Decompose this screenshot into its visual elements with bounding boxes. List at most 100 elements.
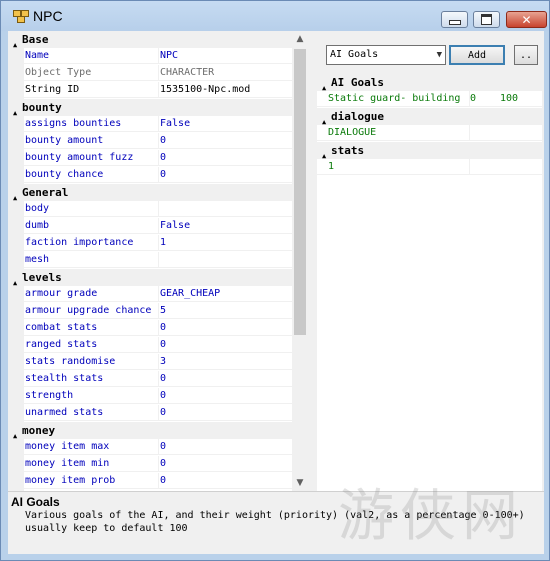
close-button[interactable]: ✕ <box>506 11 547 28</box>
maximize-button[interactable] <box>473 11 500 28</box>
property-value[interactable]: NPC <box>159 48 292 64</box>
property-name: bounty chance <box>8 167 159 183</box>
reference-row[interactable]: Static guard- building 0 100 <box>317 91 542 108</box>
category-header[interactable]: ▲ money <box>8 422 292 440</box>
category-header[interactable]: ▲ levels <box>8 269 292 287</box>
property-name: dumb <box>8 218 159 234</box>
property-value[interactable]: 1535100-Npc.mod <box>159 82 292 98</box>
property-row[interactable]: mesh <box>8 252 292 269</box>
category-title: levels <box>22 271 62 284</box>
category-title: money <box>22 424 56 437</box>
minimize-icon <box>442 12 467 27</box>
property-row[interactable]: stats randomise 3 <box>8 354 292 371</box>
property-value[interactable]: 0 <box>159 456 292 472</box>
property-row[interactable]: dumb False <box>8 218 292 235</box>
property-row[interactable]: stealth stats 0 <box>8 371 292 388</box>
property-value[interactable]: 0 <box>159 167 292 183</box>
scroll-down-icon[interactable]: ▼ <box>292 475 308 491</box>
add-button[interactable]: Add <box>449 45 505 65</box>
property-name: money item max <box>8 439 159 455</box>
property-name: body <box>8 201 159 217</box>
property-value[interactable]: False <box>159 116 292 132</box>
property-row[interactable]: assigns bounties False <box>8 116 292 133</box>
reference-values[interactable] <box>470 125 542 141</box>
property-row[interactable]: String ID 1535100-Npc.mod <box>8 82 292 99</box>
property-name: stealth stats <box>8 371 159 387</box>
maximize-icon <box>474 12 499 27</box>
reference-name: 1 <box>317 159 470 175</box>
property-value[interactable]: False <box>159 218 292 234</box>
category-header[interactable]: ▲ bounty <box>8 99 292 117</box>
property-value[interactable]: GEAR_CHEAP <box>159 286 292 302</box>
property-row[interactable]: money item min 0 <box>8 456 292 473</box>
property-row[interactable]: armour upgrade chance 5 <box>8 303 292 320</box>
reference-row[interactable]: 1 <box>317 159 542 176</box>
property-row[interactable]: body <box>8 201 292 218</box>
chevron-down-icon: ▼ <box>436 50 442 60</box>
list-type-select[interactable]: AI Goals ▼ <box>326 45 446 65</box>
property-value[interactable]: 0 <box>159 150 292 166</box>
property-value[interactable]: 0 <box>159 473 292 489</box>
property-value[interactable]: 0 <box>159 439 292 455</box>
reference-category-header[interactable]: ▲ dialogue <box>317 108 542 126</box>
property-value[interactable]: 0 <box>159 133 292 149</box>
property-value[interactable]: 3 <box>159 354 292 370</box>
window-title: NPC <box>33 8 63 24</box>
property-name: strength <box>8 388 159 404</box>
property-name: money item min <box>8 456 159 472</box>
property-name: Name <box>8 48 159 64</box>
property-row[interactable]: bounty amount fuzz 0 <box>8 150 292 167</box>
property-value[interactable]: 0 <box>159 388 292 404</box>
property-row[interactable]: money item max 0 <box>8 439 292 456</box>
property-value[interactable]: 0 <box>159 337 292 353</box>
property-value[interactable]: 1 <box>159 235 292 251</box>
category-title: bounty <box>22 101 62 114</box>
property-value[interactable]: 0 <box>159 405 292 421</box>
property-row[interactable]: Object Type CHARACTER <box>8 65 292 82</box>
property-row[interactable]: bounty amount 0 <box>8 133 292 150</box>
property-row[interactable]: bounty chance 0 <box>8 167 292 184</box>
reference-row[interactable]: DIALOGUE <box>317 125 542 142</box>
property-row[interactable]: money item prob 0 <box>8 473 292 490</box>
list-type-select-value: AI Goals <box>330 49 379 60</box>
reference-name: Static guard- building <box>317 91 470 107</box>
scroll-thumb[interactable] <box>294 49 306 335</box>
property-name: bounty amount <box>8 133 159 149</box>
app-icon <box>13 10 29 24</box>
reference-values[interactable]: 0 100 <box>470 91 542 107</box>
help-title: AI Goals <box>11 495 60 509</box>
title-bar[interactable]: NPC ✕ <box>1 1 549 31</box>
property-row[interactable]: Name NPC <box>8 48 292 65</box>
property-name: faction importance <box>8 235 159 251</box>
reference-category-header[interactable]: ▲ stats <box>317 142 542 160</box>
reference-category-title: stats <box>331 144 365 157</box>
property-value[interactable]: 0 <box>159 320 292 336</box>
property-value[interactable]: 5 <box>159 303 292 319</box>
reference-category-header[interactable]: ▲ AI Goals <box>317 74 542 92</box>
property-name: armour grade <box>8 286 159 302</box>
scroll-up-icon[interactable]: ▲ <box>292 31 308 47</box>
minimize-button[interactable] <box>441 11 468 28</box>
npc-window: NPC ✕ ▲ Base Name NPC Object Type CHARACTER St… <box>0 0 550 561</box>
property-grid: ▲ Base Name NPC Object Type CHARACTER String I… <box>8 31 308 491</box>
close-icon: ✕ <box>521 12 532 27</box>
property-row[interactable]: unarmed stats 0 <box>8 405 292 422</box>
property-value[interactable] <box>159 201 292 217</box>
property-name: stats randomise <box>8 354 159 370</box>
reference-values[interactable] <box>470 159 542 175</box>
property-row[interactable]: ranged stats 0 <box>8 337 292 354</box>
property-grid-scrollbar[interactable]: ▲ ▼ <box>292 31 308 491</box>
property-row[interactable]: armour grade GEAR_CHEAP <box>8 286 292 303</box>
property-row[interactable]: combat stats 0 <box>8 320 292 337</box>
reference-name: DIALOGUE <box>317 125 470 141</box>
property-row[interactable]: faction importance 1 <box>8 235 292 252</box>
property-value[interactable] <box>159 252 292 268</box>
category-header[interactable]: ▲ Base <box>8 31 292 49</box>
reference-val2: 100 <box>500 93 519 104</box>
more-button[interactable]: .. <box>514 45 538 65</box>
category-header[interactable]: ▲ General <box>8 184 292 202</box>
property-row[interactable]: strength 0 <box>8 388 292 405</box>
reference-category-title: AI Goals <box>331 76 384 89</box>
property-value[interactable]: CHARACTER <box>159 65 292 81</box>
property-value[interactable]: 0 <box>159 371 292 387</box>
